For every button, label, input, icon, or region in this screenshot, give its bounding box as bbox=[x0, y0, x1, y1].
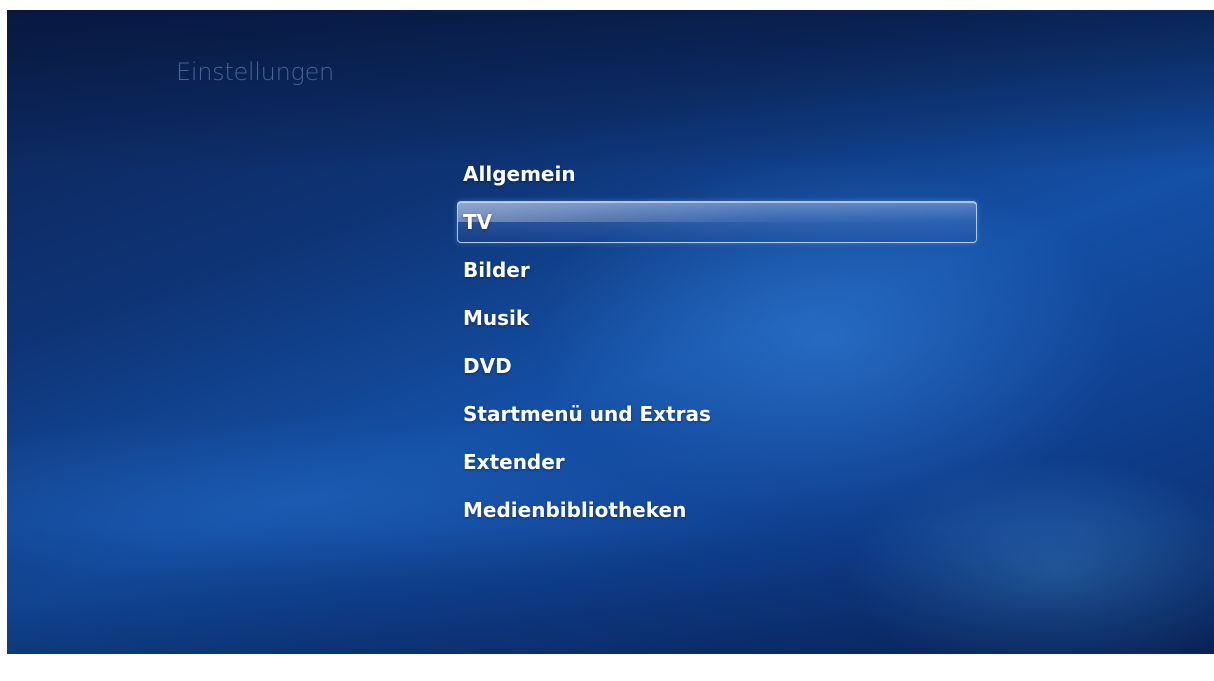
menu-item-extender[interactable]: Extender bbox=[457, 441, 977, 483]
menu-item-dvd[interactable]: DVD bbox=[457, 345, 977, 387]
menu-item-label: Bilder bbox=[463, 258, 530, 282]
page-title: Einstellungen bbox=[176, 58, 334, 86]
menu-item-label: TV bbox=[463, 210, 493, 234]
menu-item-tv[interactable]: TV bbox=[457, 201, 977, 243]
menu-item-label: Startmenü und Extras bbox=[463, 402, 711, 426]
menu-item-musik[interactable]: Musik bbox=[457, 297, 977, 339]
menu-item-label: Allgemein bbox=[463, 162, 576, 186]
menu-item-label: DVD bbox=[463, 354, 512, 378]
media-center-screen: Einstellungen Allgemein TV Bilder Musik … bbox=[7, 10, 1214, 654]
menu-item-bilder[interactable]: Bilder bbox=[457, 249, 977, 291]
menu-item-label: Extender bbox=[463, 450, 565, 474]
menu-item-startmenu-extras[interactable]: Startmenü und Extras bbox=[457, 393, 977, 435]
settings-menu: Allgemein TV Bilder Musik DVD Startmenü … bbox=[457, 153, 977, 537]
menu-item-medienbibliotheken[interactable]: Medienbibliotheken bbox=[457, 489, 977, 531]
menu-item-label: Medienbibliotheken bbox=[463, 498, 687, 522]
menu-item-allgemein[interactable]: Allgemein bbox=[457, 153, 977, 195]
menu-item-label: Musik bbox=[463, 306, 530, 330]
